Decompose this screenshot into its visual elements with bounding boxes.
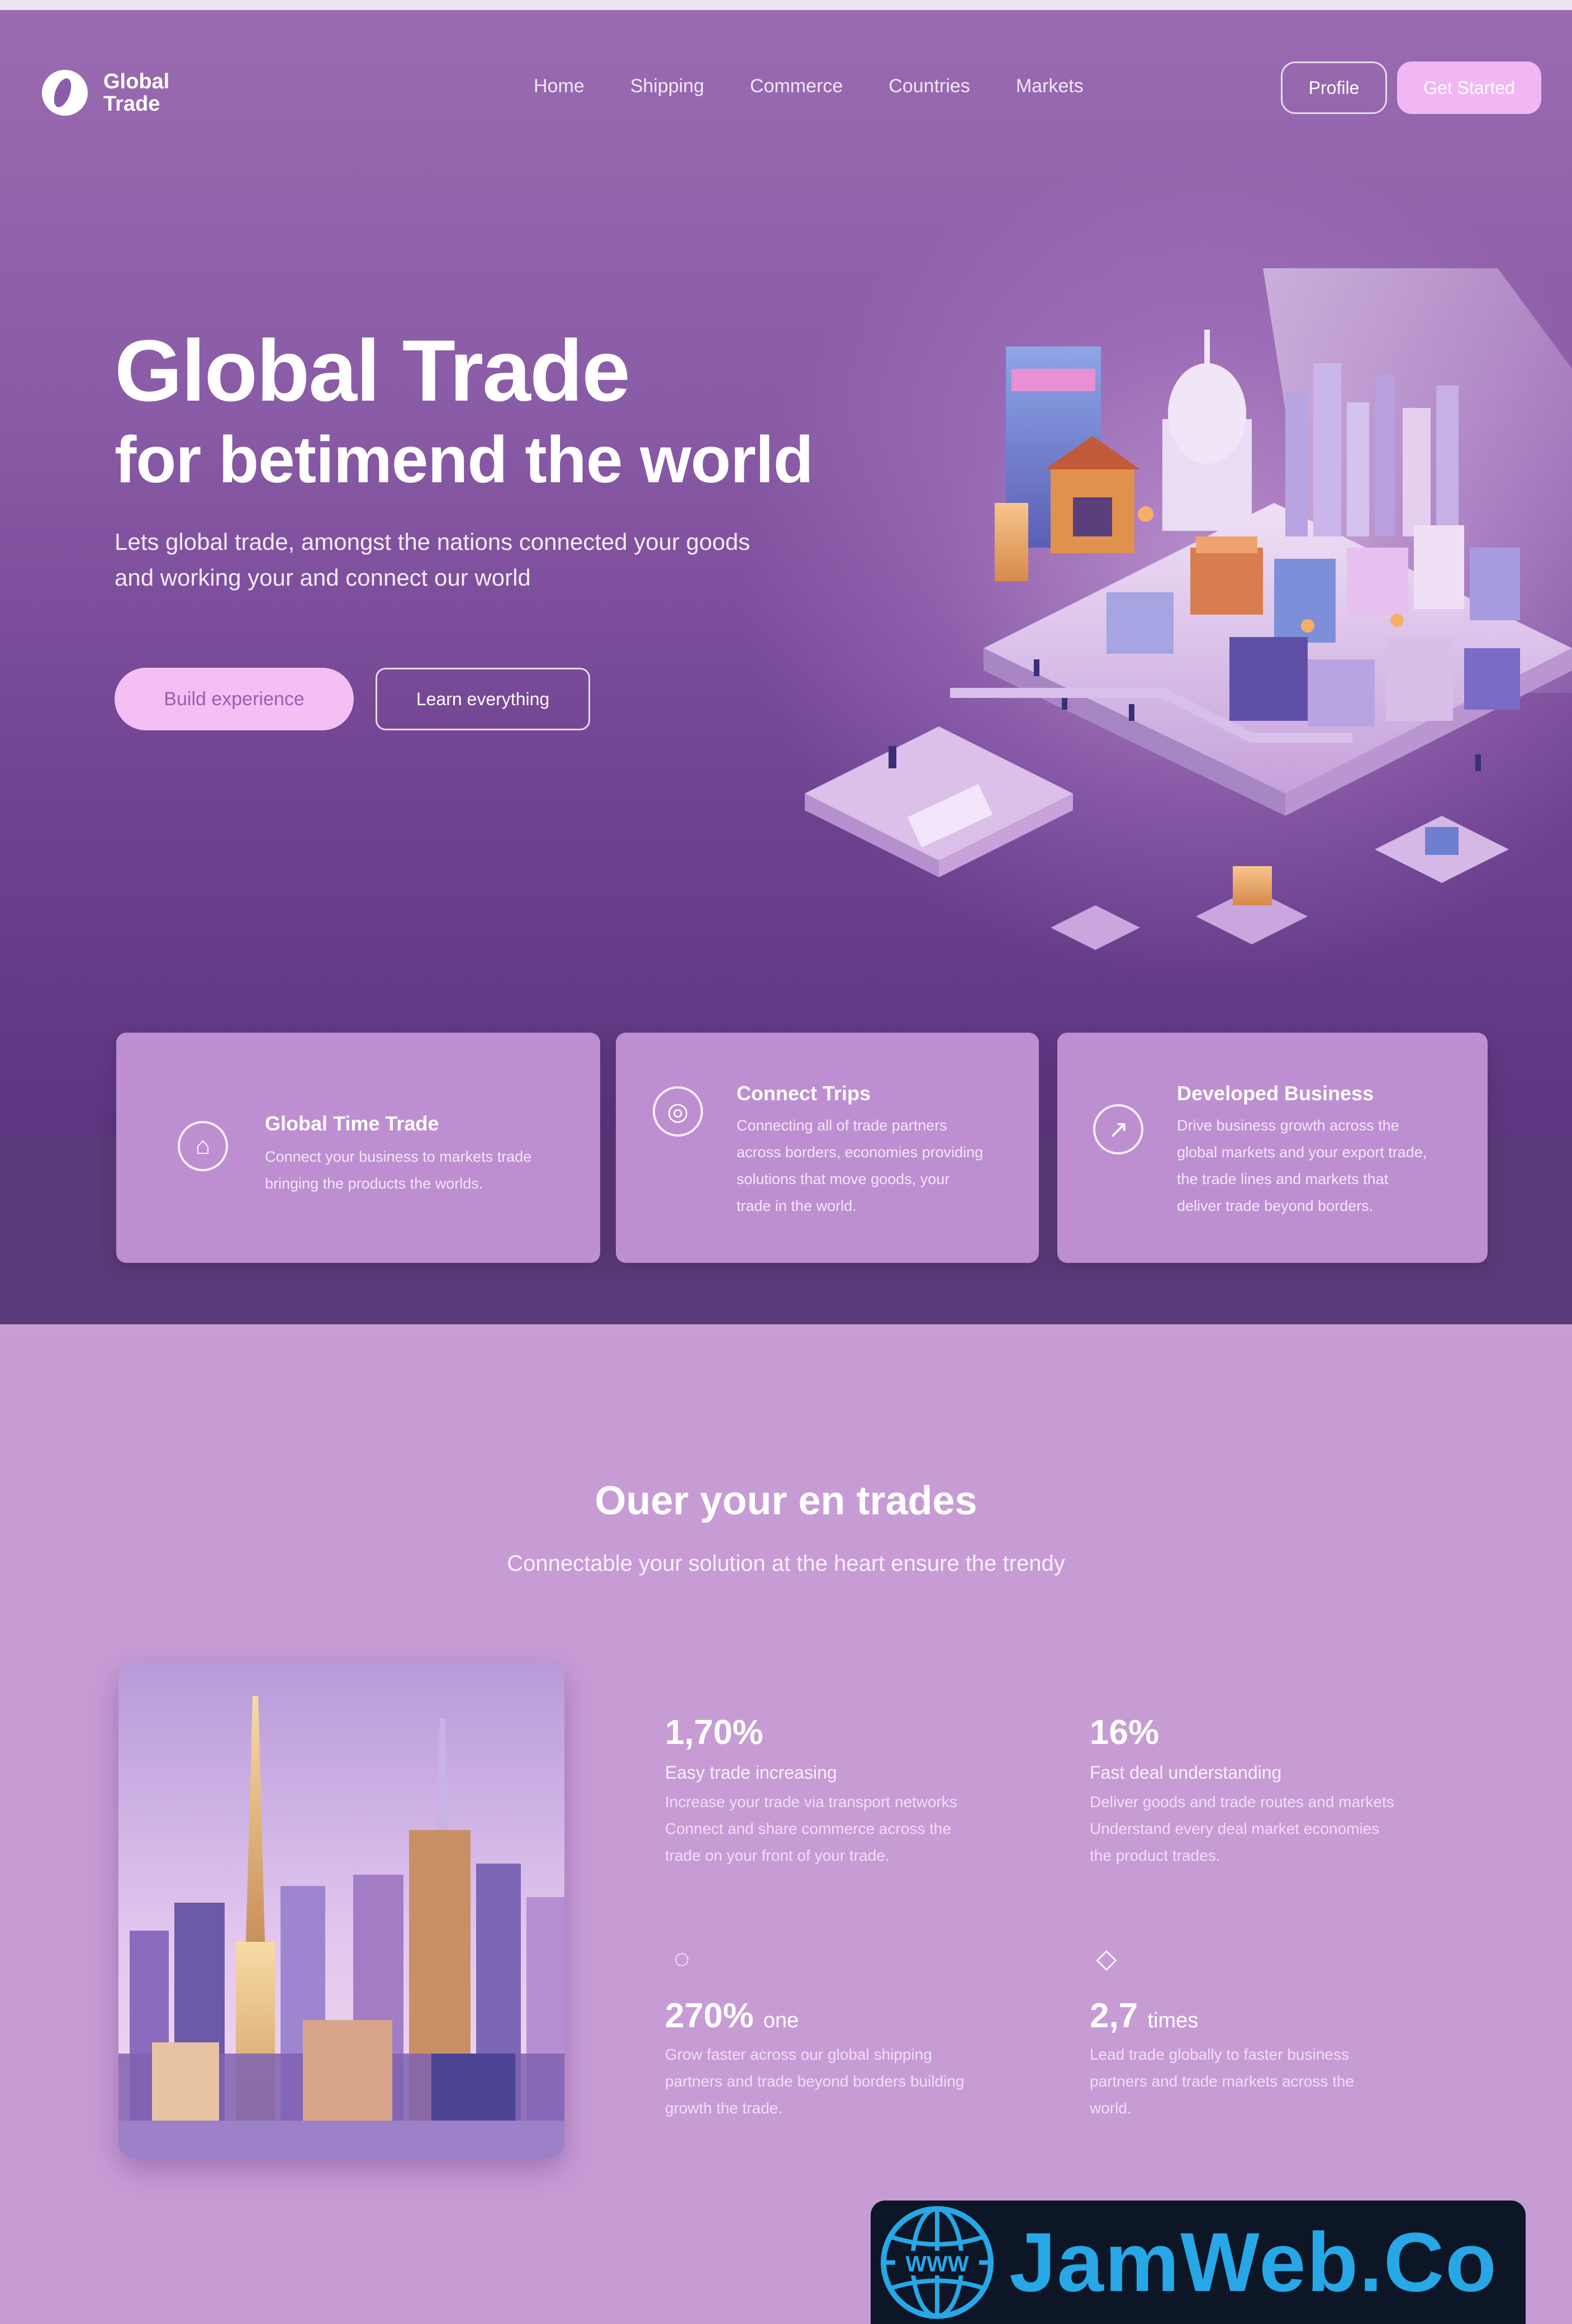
feature-text-line: Connecting all of trade partners xyxy=(737,1117,947,1134)
stat-4: 2,7 times Lead trade globally to faster … xyxy=(1090,1996,1447,2122)
stat-text-line: Grow faster across our global shipping xyxy=(665,2046,932,2063)
feature-card-global-time-trade[interactable]: ⌂ Global Time Trade Connect your busines… xyxy=(116,1033,600,1263)
stat-text-line: Connect and share commerce across the xyxy=(665,1820,952,1837)
feature-text: Connecting all of trade partners across … xyxy=(737,1112,1016,1219)
stat-text-line: partners and trade beyond borders buildi… xyxy=(665,2073,965,2090)
feature-text: Drive business growth across the global … xyxy=(1177,1112,1467,1219)
feature-text-line: deliver trade beyond borders. xyxy=(1177,1197,1374,1214)
nav-item-home[interactable]: Home xyxy=(534,75,585,97)
stat-text: Increase your trade via transport networ… xyxy=(665,1789,1023,1869)
shield-check-icon: ◌ xyxy=(673,1944,690,1974)
stat-value: 270% one xyxy=(665,1996,1023,2036)
stat-value: 2,7 times xyxy=(1090,1996,1447,2036)
stat-unit: times xyxy=(1147,2009,1199,2032)
stat-text: Grow faster across our global shipping p… xyxy=(665,2041,1023,2122)
trend-icon: ↗ xyxy=(1093,1104,1143,1154)
stat-number: 1,70% xyxy=(665,1713,763,1752)
stat-number: 2,7 xyxy=(1090,1997,1138,2035)
feature-text-line: global markets and your export trade, xyxy=(1177,1144,1427,1161)
feature-text-line: Connect your business to markets trade xyxy=(265,1148,532,1165)
feature-text: Connect your business to markets trade b… xyxy=(265,1143,567,1197)
stat-text-line: Understand every deal market economies xyxy=(1090,1820,1380,1837)
feature-text-line: the trade lines and markets that xyxy=(1177,1171,1389,1187)
section-subtitle: Connectable your solution at the heart e… xyxy=(507,1551,1065,1576)
stat-text-line: world. xyxy=(1090,2099,1132,2117)
compass-icon: ◎ xyxy=(653,1086,703,1137)
stat-text: Lead trade globally to faster business p… xyxy=(1090,2041,1447,2122)
feature-title: Connect Trips xyxy=(737,1082,871,1105)
stat-text-line: growth the trade. xyxy=(665,2099,783,2117)
brand-line-2: Trade xyxy=(103,92,160,116)
isometric-city-illustration xyxy=(805,268,1572,950)
brand-logo[interactable]: Global Trade xyxy=(42,70,169,116)
stat-text-line: the product trades. xyxy=(1090,1847,1220,1864)
primary-cta-button[interactable]: Build experience xyxy=(115,668,354,730)
stat-2: 16% Fast deal understanding Deliver good… xyxy=(1090,1713,1447,1869)
feature-card-connect-trips[interactable]: ◎ Connect Trips Connecting all of trade … xyxy=(616,1033,1039,1263)
stat-label: Fast deal understanding xyxy=(1090,1762,1282,1783)
stat-text: Deliver goods and trade routes and marke… xyxy=(1090,1789,1447,1869)
stat-value: 1,70% xyxy=(665,1713,1023,1752)
feature-text-line: bringing the products the worlds. xyxy=(265,1175,483,1192)
section-title: Ouer your en trades xyxy=(595,1479,977,1523)
hero-title: Global Trade xyxy=(115,322,630,420)
brand-line-1: Global xyxy=(103,70,170,93)
city-skyline-image xyxy=(118,1662,564,2159)
main-nav: Home Shipping Commerce Countries Markets xyxy=(534,75,1084,97)
stat-3: 270% one Grow faster across our global s… xyxy=(665,1996,1023,2122)
globe-icon: WWW xyxy=(881,2206,994,2319)
globe-logo-icon xyxy=(42,70,88,116)
feature-card-developed-business[interactable]: ↗ Developed Business Drive business grow… xyxy=(1057,1033,1488,1263)
feature-text-line: solutions that move goods, your xyxy=(737,1171,950,1187)
feature-text-line: trade in the world. xyxy=(737,1197,857,1214)
stat-value: 16% xyxy=(1090,1713,1447,1752)
top-strip xyxy=(0,0,1572,10)
watermark-text: JamWeb.Co xyxy=(1009,2215,1498,2309)
profile-button[interactable]: Profile xyxy=(1281,61,1387,114)
stat-1: 1,70% Easy trade increasing Increase you… xyxy=(665,1713,1023,1869)
hero-subtitle: for betimend the world xyxy=(115,423,814,497)
watermark-badge: WWW JamWeb.Co xyxy=(871,2201,1526,2324)
stat-unit: one xyxy=(763,2009,799,2032)
package-icon: ⌂ xyxy=(178,1121,228,1171)
get-started-button[interactable]: Get Started xyxy=(1397,61,1541,114)
hero-description: Lets global trade, amongst the nations c… xyxy=(115,524,841,596)
nav-item-countries[interactable]: Countries xyxy=(889,75,970,97)
feature-title: Global Time Trade xyxy=(265,1112,439,1135)
svg-text:WWW: WWW xyxy=(905,2252,969,2277)
stat-text-line: partners and trade markets across the xyxy=(1090,2073,1355,2090)
hero-description-line-2: and working your and connect our world xyxy=(115,564,531,591)
brand-name: Global Trade xyxy=(103,70,169,115)
hero-description-line-1: Lets global trade, amongst the nations c… xyxy=(115,529,751,555)
stat-text-line: Lead trade globally to faster business xyxy=(1090,2046,1349,2063)
nav-item-markets[interactable]: Markets xyxy=(1016,75,1084,97)
stat-label: Easy trade increasing xyxy=(665,1762,837,1783)
nav-item-commerce[interactable]: Commerce xyxy=(750,75,843,97)
secondary-cta-button[interactable]: Learn everything xyxy=(376,668,590,730)
stat-number: 16% xyxy=(1090,1713,1160,1752)
stat-text-line: Increase your trade via transport networ… xyxy=(665,1793,957,1810)
feature-text-line: across borders, economies providing xyxy=(737,1144,984,1161)
leaf-icon: ◇ xyxy=(1096,1944,1117,1974)
stat-number: 270% xyxy=(665,1997,754,2035)
stat-text-line: trade on your front of your trade. xyxy=(665,1847,890,1864)
feature-text-line: Drive business growth across the xyxy=(1177,1117,1399,1134)
nav-item-shipping[interactable]: Shipping xyxy=(630,75,704,97)
feature-title: Developed Business xyxy=(1177,1082,1374,1105)
stat-text-line: Deliver goods and trade routes and marke… xyxy=(1090,1793,1394,1810)
